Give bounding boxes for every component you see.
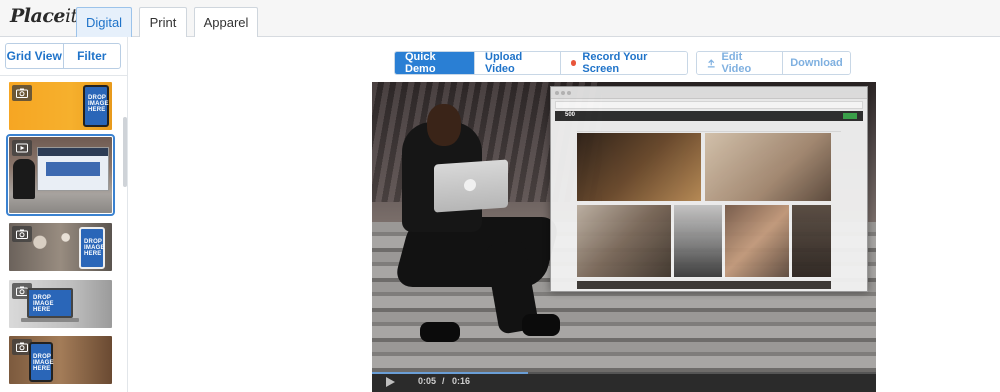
camera-icon: [12, 226, 32, 242]
record-dot-icon: [571, 60, 577, 66]
record-screen-label: Record Your Screen: [582, 51, 648, 75]
sidebar-scrollbar[interactable]: [123, 117, 127, 187]
download-button[interactable]: Download: [782, 52, 850, 74]
video-player[interactable]: 500 0:05 / 0:16: [372, 82, 876, 392]
grid-photo: [674, 205, 722, 277]
template-thumbnail[interactable]: DROP IMAGE HERE: [9, 280, 112, 328]
grid-photo: [577, 205, 671, 277]
browser-url-bar: [555, 101, 863, 109]
grid-photo: [792, 205, 831, 277]
filter-button[interactable]: Filter: [62, 44, 121, 68]
edit-button-group: Edit Video Download: [696, 51, 851, 75]
video-progress-bar[interactable]: [372, 372, 876, 374]
camera-icon: [12, 85, 32, 101]
screen-recording-overlay: 500: [550, 86, 868, 292]
overlay-text-line: HERE: [33, 366, 51, 372]
tab-digital[interactable]: Digital: [76, 7, 132, 37]
upload-video-button[interactable]: Upload Video: [474, 52, 560, 74]
source-button-group: Quick Demo Upload Video Record Your Scre…: [394, 51, 688, 75]
video-controls: 0:05 / 0:16: [372, 372, 876, 392]
quick-demo-button[interactable]: Quick Demo: [395, 52, 474, 74]
logo-main: Place: [10, 5, 65, 27]
drop-image-text: DROP IMAGE HERE: [84, 239, 105, 257]
laptop: [434, 159, 508, 213]
overlay-text-line: HERE: [88, 107, 106, 113]
screen-header: [38, 148, 108, 156]
upload-arrow-icon: [707, 58, 715, 67]
edit-video-button[interactable]: Edit Video: [697, 52, 782, 74]
screen-mockup: [37, 147, 109, 191]
person-silhouette: [13, 159, 35, 199]
video-edit-toolbar: Edit Video Download: [696, 51, 851, 75]
record-screen-button[interactable]: Record Your Screen: [560, 52, 687, 74]
screen-hero: [46, 162, 100, 176]
grid-photo: [577, 133, 701, 201]
template-thumbnail-selected[interactable]: [6, 134, 115, 216]
sidebar-divider: [0, 75, 128, 76]
laptop-base: [21, 318, 79, 322]
video-progress-fill: [372, 372, 529, 374]
template-thumbnail[interactable]: DROP IMAGE HERE: [9, 336, 112, 384]
grid-photo-row: [577, 281, 831, 289]
shoe: [522, 314, 560, 336]
drop-image-text: DROP IMAGE HERE: [33, 354, 54, 372]
duration-time: 0:16: [452, 376, 471, 386]
top-bar: Placeit Digital Print Apparel: [0, 0, 1000, 37]
grid-photo: [725, 205, 789, 277]
photo-grid: [577, 133, 845, 289]
drop-image-text: DROP IMAGE HERE: [33, 295, 54, 313]
drop-image-text: DROP IMAGE HERE: [88, 95, 109, 113]
tab-print[interactable]: Print: [139, 7, 187, 37]
time-separator: /: [442, 376, 445, 386]
placeit-logo[interactable]: Placeit: [10, 5, 78, 27]
browser-chrome: [551, 87, 867, 99]
grid-photo: [705, 133, 831, 201]
shoe: [420, 322, 460, 342]
play-icon[interactable]: [386, 377, 395, 387]
phone-mockup: DROP IMAGE HERE: [79, 227, 105, 269]
edit-video-label: Edit Video: [721, 51, 752, 75]
video-source-toolbar: Quick Demo Upload Video Record Your Scre…: [394, 51, 688, 75]
template-thumbnail[interactable]: DROP IMAGE HERE: [9, 82, 112, 130]
person-head: [427, 104, 461, 146]
video-icon: [12, 140, 32, 156]
site-signup-button: [843, 113, 857, 119]
phone-mockup: DROP IMAGE HERE: [83, 85, 109, 127]
site-tabs: [577, 124, 841, 132]
site-navbar: 500: [555, 111, 863, 121]
current-time: 0:05: [418, 376, 437, 386]
site-brand: 500: [565, 112, 576, 118]
laptop-mockup: DROP IMAGE HERE: [27, 288, 73, 318]
overlay-text-line: HERE: [84, 251, 102, 257]
apple-logo-icon: [464, 178, 476, 192]
sidebar-view-controls: Grid View Filter: [5, 43, 121, 69]
template-thumbnail[interactable]: DROP IMAGE HERE: [9, 223, 112, 271]
sidebar: Grid View Filter DROP IMAGE HERE DROP IM…: [0, 37, 128, 392]
overlay-text-line: HERE: [33, 307, 51, 313]
phone-mockup: DROP IMAGE HERE: [29, 342, 53, 382]
tab-apparel[interactable]: Apparel: [194, 7, 258, 37]
grid-view-button[interactable]: Grid View: [6, 44, 63, 68]
